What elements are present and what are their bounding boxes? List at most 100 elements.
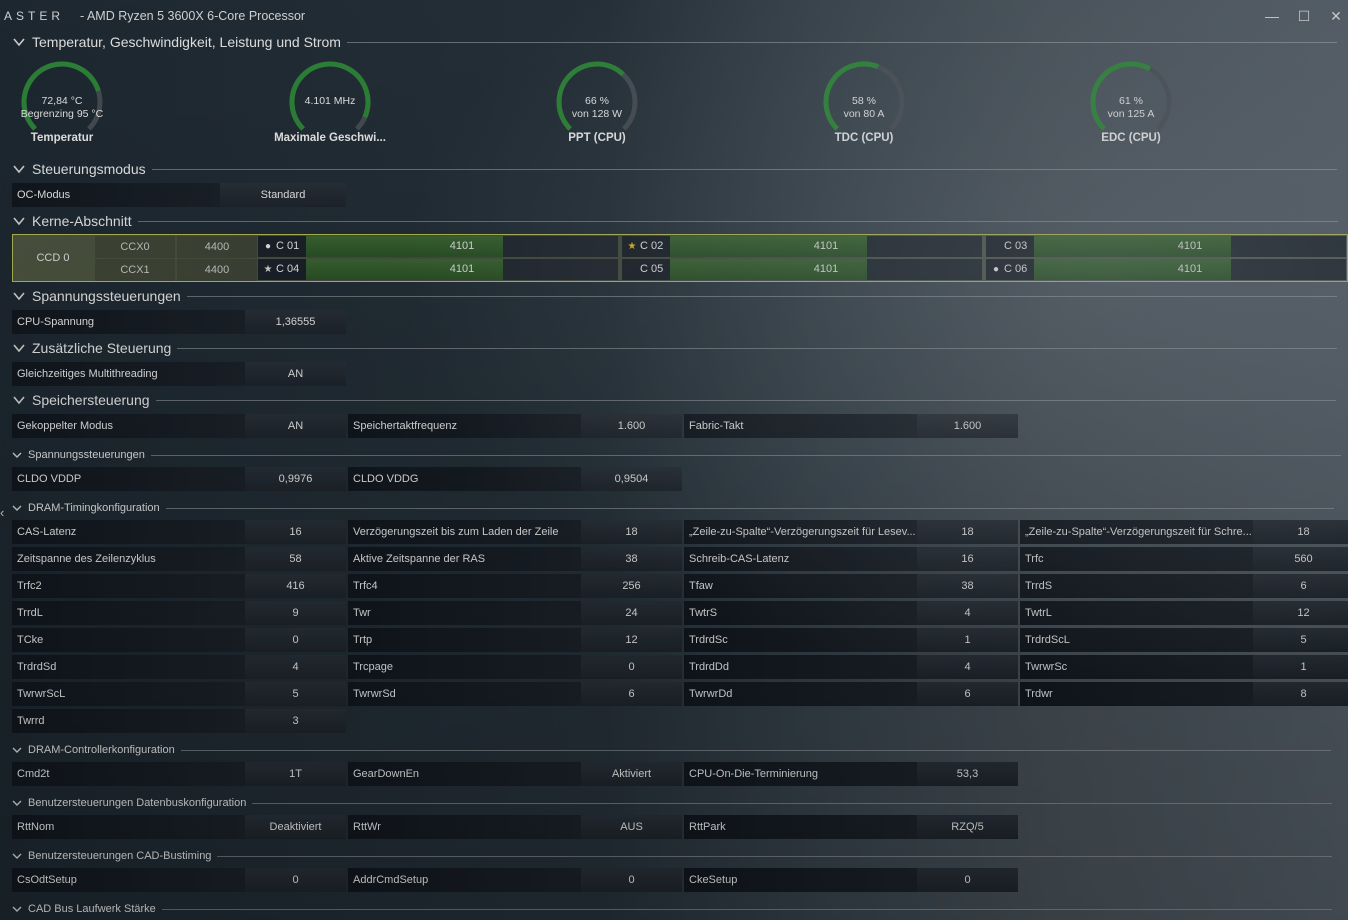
setting-value[interactable]: RZQ/5 <box>917 815 1018 839</box>
maximize-button[interactable]: ☐ <box>1287 4 1321 28</box>
section-cad-strength[interactable]: CAD Bus Laufwerk Stärke <box>12 903 1332 915</box>
setting-value[interactable]: 0 <box>581 655 682 679</box>
setting-value[interactable]: 12 <box>581 628 682 652</box>
section-dram-timing[interactable]: DRAM-Timingkonfiguration <box>12 502 1334 514</box>
setting-value[interactable]: 6 <box>917 682 1018 706</box>
setting-value[interactable]: 0 <box>917 868 1018 892</box>
setting-value[interactable]: 5 <box>245 682 346 706</box>
setting-row: CPU-On-Die-Terminierung 53,3 <box>684 762 1018 786</box>
section-databus[interactable]: Benutzersteuerungen Datenbuskonfiguratio… <box>12 797 1333 809</box>
setting-value[interactable]: 53,3 <box>917 762 1018 786</box>
setting-label: TrdrdSc <box>684 628 917 652</box>
core-frequency: 4101 <box>1177 263 1203 275</box>
setting-label: TrrdS <box>1020 574 1253 598</box>
setting-value[interactable]: 16 <box>245 520 346 544</box>
setting-value[interactable]: 58 <box>245 547 346 571</box>
setting-value[interactable]: 38 <box>581 547 682 571</box>
setting-value[interactable]: Aktiviert <box>581 762 682 786</box>
oc-mode-row: OC-Modus Standard <box>12 183 346 207</box>
setting-value[interactable]: Deaktiviert <box>245 815 346 839</box>
setting-value[interactable]: 416 <box>245 574 346 598</box>
setting-row: TrdrdDd 4 <box>684 655 1018 679</box>
setting-value[interactable]: 1.600 <box>917 414 1018 438</box>
setting-label: TrdrdScL <box>1020 628 1253 652</box>
setting-value[interactable]: 16 <box>917 547 1018 571</box>
setting-value[interactable]: 1.600 <box>581 414 682 438</box>
cpu-voltage-input[interactable]: 1,36555 <box>245 310 346 334</box>
chevron-down-icon <box>12 452 22 458</box>
core-name: ★ C 04 <box>258 259 306 280</box>
core-c03[interactable]: C 03 4101 <box>986 236 1346 257</box>
section-control-mode[interactable]: Steuerungsmodus <box>12 161 1337 177</box>
setting-row: Zeitspanne des Zeilenzyklus 58 <box>12 547 346 571</box>
setting-value[interactable]: 0,9504 <box>581 467 682 491</box>
setting-value[interactable]: 6 <box>581 682 682 706</box>
setting-value[interactable]: 5 <box>1253 628 1348 652</box>
divider <box>180 749 1331 751</box>
setting-value[interactable]: 4 <box>917 655 1018 679</box>
setting-value[interactable]: 0 <box>245 868 346 892</box>
setting-value[interactable]: 4 <box>245 655 346 679</box>
collapse-panel-icon[interactable]: ‹ <box>0 505 4 520</box>
section-memory[interactable]: Speichersteuerung <box>12 392 1336 408</box>
setting-value[interactable]: 1 <box>917 628 1018 652</box>
setting-value[interactable]: 256 <box>581 574 682 598</box>
section-dram-controller[interactable]: DRAM-Controllerkonfiguration <box>12 744 1331 756</box>
core-name: C 05 <box>640 263 664 275</box>
setting-value[interactable]: 9 <box>245 601 346 625</box>
setting-value[interactable]: 1 <box>1253 655 1348 679</box>
core-c06[interactable]: ● C 06 4101 <box>986 259 1346 280</box>
setting-value[interactable]: 12 <box>1253 601 1348 625</box>
setting-row: TwrwrScL 5 <box>12 682 346 706</box>
setting-value[interactable]: 0 <box>581 868 682 892</box>
core-c01[interactable]: ● C 01 4101 <box>258 236 618 257</box>
section-cad-timing[interactable]: Benutzersteuerungen CAD-Bustiming <box>12 850 1333 862</box>
section-voltage[interactable]: Spannungssteuerungen <box>12 288 1337 304</box>
setting-value[interactable]: AN <box>245 414 346 438</box>
setting-label: Zeitspanne des Zeilenzyklus <box>12 547 245 571</box>
oc-mode-label: OC-Modus <box>12 183 220 207</box>
oc-mode-select[interactable]: Standard <box>220 183 346 207</box>
setting-value[interactable]: 0 <box>245 628 346 652</box>
setting-row: Tfaw 38 <box>684 574 1018 598</box>
setting-label: TwrwrSc <box>1020 655 1253 679</box>
section-temperature[interactable]: Temperatur, Geschwindigkeit, Leistung un… <box>12 34 1337 50</box>
gauge: 61 % von 125 A EDC (CPU) <box>1041 56 1221 156</box>
setting-label: Twr <box>348 601 581 625</box>
setting-value[interactable]: 18 <box>581 520 682 544</box>
core-c02[interactable]: ★ C 02 4101 <box>622 236 982 257</box>
setting-value[interactable]: AUS <box>581 815 682 839</box>
core-c04[interactable]: ★ C 04 4101 <box>258 259 618 280</box>
core-c05[interactable]: C 05 4101 <box>622 259 982 280</box>
setting-value[interactable]: 6 <box>1253 574 1348 598</box>
minimize-button[interactable]: — <box>1255 4 1289 28</box>
setting-value[interactable]: 3 <box>245 709 346 733</box>
smt-select[interactable]: AN <box>245 362 346 386</box>
setting-row: Trtp 12 <box>348 628 682 652</box>
setting-value[interactable]: 0,9976 <box>245 467 346 491</box>
setting-value[interactable]: 18 <box>917 520 1018 544</box>
core-frequency-bar: 4101 <box>1034 236 1346 257</box>
gauge-value: 61 % <box>1119 95 1143 107</box>
setting-row: TrrdL 9 <box>12 601 346 625</box>
setting-label: Fabric-Takt <box>684 414 917 438</box>
section-title: CAD Bus Laufwerk Stärke <box>28 903 156 915</box>
gauge-value: 72,84 °C <box>41 95 83 107</box>
setting-value[interactable]: 8 <box>1253 682 1348 706</box>
setting-value[interactable]: 1T <box>245 762 346 786</box>
section-sub-voltage[interactable]: Spannungssteuerungen <box>12 449 1341 461</box>
close-button[interactable]: ✕ <box>1319 4 1348 28</box>
section-cores[interactable]: Kerne-Abschnitt <box>12 213 1338 229</box>
setting-value[interactable]: 560 <box>1253 547 1348 571</box>
setting-value[interactable]: 4 <box>917 601 1018 625</box>
setting-value[interactable]: 24 <box>581 601 682 625</box>
setting-row: TrdrdScL 5 <box>1020 628 1348 652</box>
section-extra[interactable]: Zusätzliche Steuerung <box>12 340 1338 356</box>
app-brand: ASTER <box>4 9 65 23</box>
setting-value[interactable]: 18 <box>1253 520 1348 544</box>
cpu-voltage-row: CPU-Spannung 1,36555 <box>12 310 346 334</box>
divider <box>177 347 1338 349</box>
setting-value[interactable]: 38 <box>917 574 1018 598</box>
setting-row: RttPark RZQ/5 <box>684 815 1018 839</box>
setting-label: TrdrdDd <box>684 655 917 679</box>
